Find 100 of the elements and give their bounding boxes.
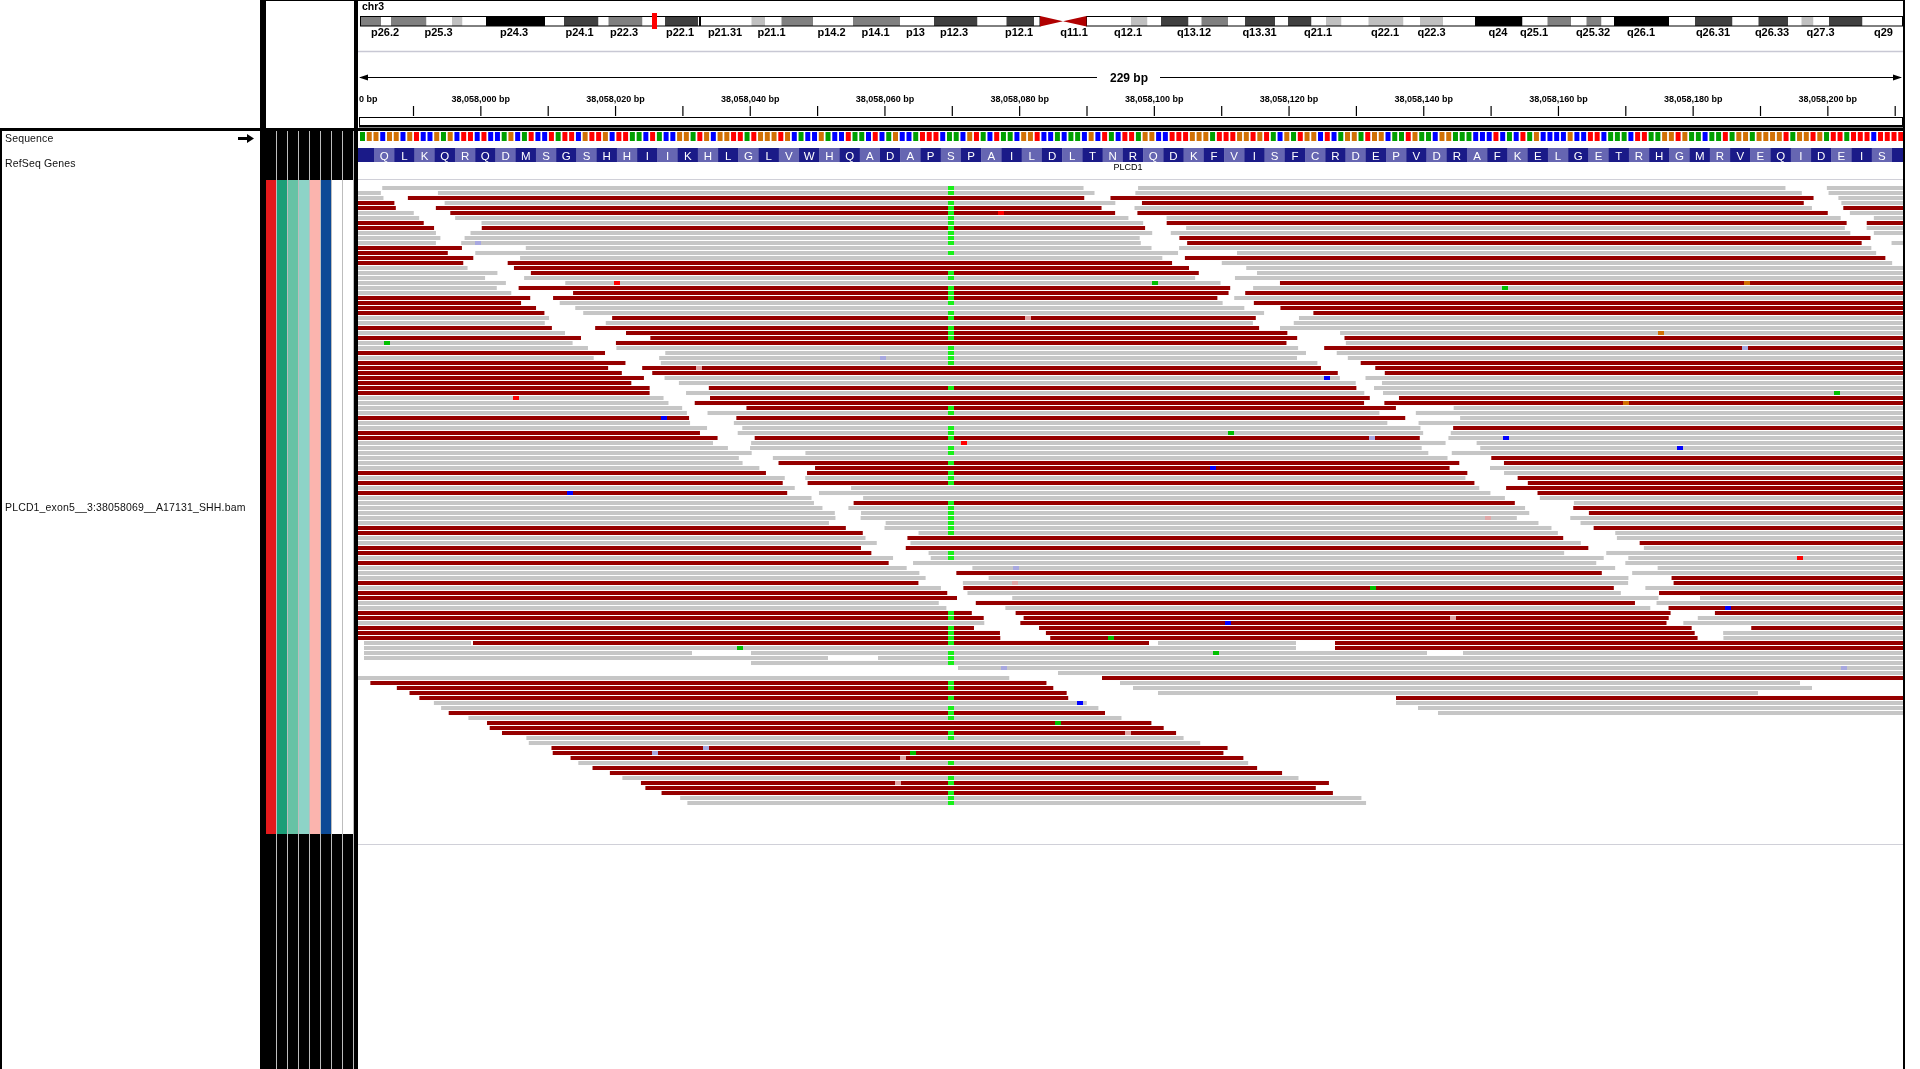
amino-acid-cell: Q [1770, 148, 1792, 162]
amino-acid-cell: R [1446, 148, 1468, 162]
gene-name: PLCD1 [1113, 161, 1143, 172]
band-label: q26.33 [1754, 26, 1790, 38]
amino-acid-cell: K [677, 148, 699, 162]
amino-acid-cell: K [1507, 148, 1528, 162]
track-name[interactable]: PLCD1_exon5__3:38058069__A17131_SHH.bam [5, 501, 246, 513]
amino-acid-cell: H [819, 148, 840, 162]
ruler-tick-label: 0 bp [359, 94, 378, 104]
band-label: q21.1 [1303, 26, 1333, 38]
amino-acid-cell: V [1730, 148, 1751, 162]
arrow-icon[interactable] [238, 133, 254, 143]
amino-acid-cell: A [981, 148, 1002, 162]
band-label: p26.2 [370, 26, 400, 38]
amino-acid-cell: S [576, 148, 597, 162]
band-label: q27.3 [1806, 26, 1835, 38]
amino-acid-cell: E [1588, 148, 1609, 162]
amino-acid-cell: D [1163, 148, 1184, 162]
band-label: q11.1 [1060, 26, 1088, 38]
amino-acid-cell: L [1062, 148, 1083, 162]
band-label: p14.1 [861, 26, 890, 38]
ruler-tick-label: 38,058,180 bp [1663, 94, 1723, 104]
amino-acid-cell: D [1041, 148, 1063, 162]
amino-acid-cell: R [1122, 148, 1144, 162]
amino-acid-cell: I [1244, 148, 1265, 162]
amino-acid-cell: A [1466, 148, 1488, 162]
ruler-tick-label: 38,058,140 bp [1394, 94, 1453, 104]
amino-acid-cell: R [1628, 148, 1650, 162]
band-label: q24 [1488, 26, 1508, 38]
amino-acid-cell: T [1608, 148, 1630, 162]
amino-acid-cell: F [1203, 148, 1225, 162]
band-label: q25.32 [1575, 26, 1611, 38]
amino-acid-cell: T [1082, 148, 1103, 162]
band-label: p12.3 [939, 26, 969, 38]
amino-acid-cell: S [1264, 148, 1286, 162]
amino-acid-cell: R [1325, 148, 1346, 162]
band-label: q26.31 [1695, 26, 1731, 38]
amino-acid-cell: G [556, 148, 577, 162]
amino-acid-cell: L [718, 148, 739, 162]
band-label: q13.12 [1176, 26, 1212, 38]
band-label: p21.31 [707, 26, 743, 38]
amino-acid-cell: Q [475, 148, 496, 162]
amino-acid-cell: G [1669, 148, 1690, 162]
ruler-tick-label: 38,058,020 bp [586, 94, 645, 104]
amino-acid-cell: D [1811, 148, 1832, 162]
amino-acid-cell: V [1224, 148, 1245, 162]
amino-acid-cell: S [940, 148, 962, 162]
amino-acid-cell: I [1790, 148, 1812, 162]
amino-acid-cell: L [1547, 148, 1569, 162]
amino-acid-cell: P [1386, 148, 1407, 162]
amino-acid-cell: M [515, 148, 537, 162]
ruler-tick-label: 38,058,040 bp [721, 94, 780, 104]
amino-acid-cell: E [1365, 148, 1387, 162]
amino-acid-cell: I [657, 148, 678, 162]
amino-acid-cell: R [454, 148, 476, 162]
band-label: p22.3 [609, 26, 639, 38]
amino-acid-cell: I [637, 148, 658, 162]
amino-acid-cell: V [778, 148, 800, 162]
track-name[interactable]: Sequence [5, 132, 54, 144]
ruler-tick-label: 38,058,100 bp [1125, 94, 1184, 104]
amino-acid-cell: D [880, 148, 901, 162]
amino-acid-cell: H [1649, 148, 1670, 162]
amino-acid-cell: L [758, 148, 780, 162]
amino-acid-cell: L [1021, 148, 1043, 162]
amino-acid-cell: Q [839, 148, 861, 162]
track-name[interactable]: RefSeq Genes [5, 156, 76, 169]
ruler-tick-label: 38,058,200 bp [1798, 94, 1858, 104]
amino-acid-cell: D [1345, 148, 1367, 162]
amino-acid-cell: Q [374, 148, 395, 162]
amino-acid-cell: Q [434, 148, 456, 162]
ruler-tick-label: 38,058,160 bp [1529, 94, 1588, 104]
amino-acid-cell: Q [1143, 148, 1164, 162]
span-label: 229 bp [1110, 71, 1148, 85]
amino-acid-cell: P [920, 148, 942, 162]
amino-acid-cell: A [859, 148, 881, 162]
amino-acid-cell: L [394, 148, 415, 162]
amino-acid-cell: R [1709, 148, 1731, 162]
band-label: q22.1 [1370, 26, 1400, 38]
ruler-tick-label: 38,058,080 bp [990, 94, 1049, 104]
amino-acid-cell: M [1689, 148, 1711, 162]
ruler-tick-label: 38,058,120 bp [1259, 94, 1319, 104]
amino-acid-cell [358, 148, 374, 162]
position-marker-icon [652, 13, 657, 29]
amino-acid-cell: K [414, 148, 435, 162]
amino-acid-cell: V [1406, 148, 1427, 162]
band-label: q29 [1874, 26, 1893, 38]
band-label: q25.1 [1519, 26, 1549, 38]
amino-acid-cell: E [1750, 148, 1771, 162]
amino-acid-cell: W [799, 148, 820, 162]
amino-acid-cell: C [1305, 148, 1326, 162]
amino-acid-cell: S [535, 148, 557, 162]
chromosome-ideogram[interactable] [360, 16, 1903, 27]
amino-acid-cell: H [697, 148, 719, 162]
chromosome-name: chr3 [362, 0, 385, 12]
amino-acid-cell: A [900, 148, 921, 162]
band-label: p22.1 [665, 26, 695, 38]
amino-acid-cell: H [596, 148, 618, 162]
amino-acid-cell: I [1851, 148, 1873, 162]
band-label: q12.1 [1113, 26, 1143, 38]
amino-acid-cell: S [1871, 148, 1893, 162]
